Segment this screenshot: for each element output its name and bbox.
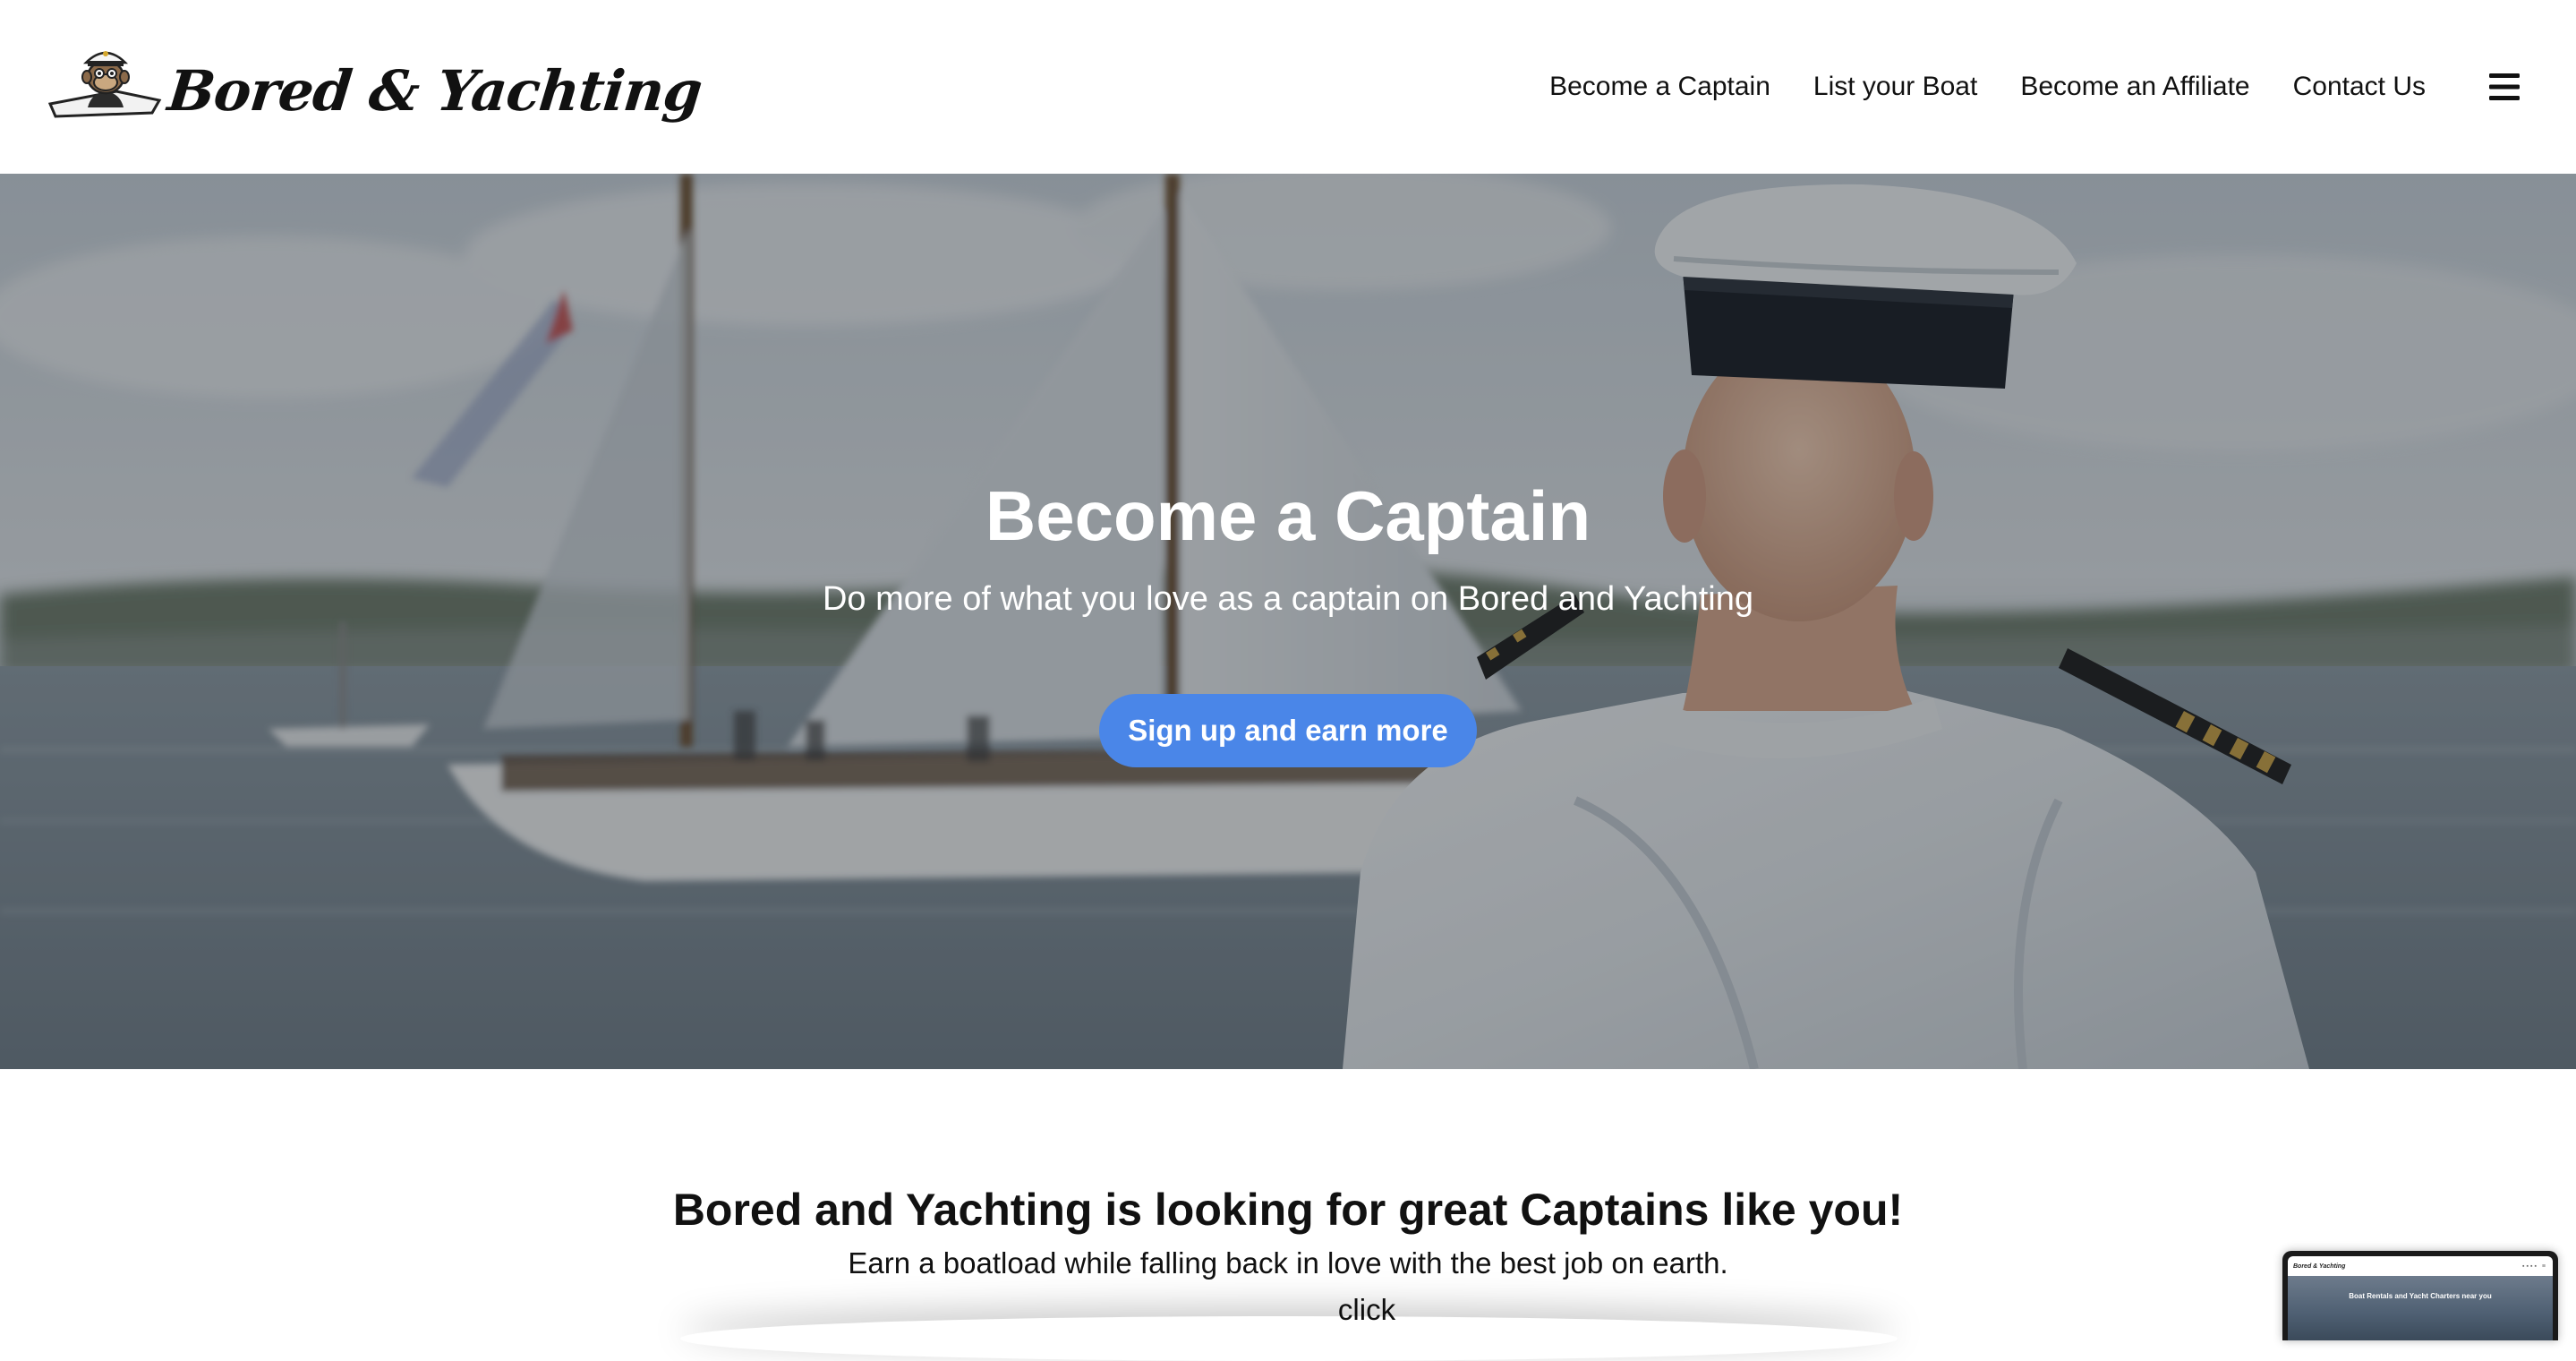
preview-hero-title: Boat Rentals and Yacht Charters near you [2349, 1292, 2492, 1300]
intro-text: Earn a boatload while falling back in lo… [848, 1246, 1728, 1280]
preview-hero: Boat Rentals and Yacht Charters near you [2288, 1276, 2553, 1340]
nav-contact-us[interactable]: Contact Us [2272, 72, 2447, 102]
main-nav: Become a Captain List your Boat Become a… [1528, 60, 2531, 114]
hero-content: Become a Captain Do more of what you lov… [0, 476, 2576, 767]
brand-name: Bored & Yachting [165, 57, 705, 124]
site-preview-thumbnail[interactable]: Bored & Yachting ▪▪▪▪ ≡ Boat Rentals and… [2282, 1251, 2558, 1340]
hero-title: Become a Captain [985, 476, 1591, 555]
brand-home-link[interactable]: Bored & Yachting [47, 33, 705, 141]
intro-title: Bored and Yachting is looking for great … [672, 1185, 1904, 1235]
site-header: Bored & Yachting Become a Captain List y… [0, 0, 2576, 174]
preview-header: Bored & Yachting ▪▪▪▪ ≡ [2288, 1256, 2553, 1276]
nav-become-affiliate[interactable]: Become an Affiliate [1999, 72, 2271, 102]
sign-up-button[interactable]: Sign up and earn more [1099, 693, 1477, 767]
card-shadow [680, 1316, 1898, 1361]
hamburger-menu-icon[interactable] [2478, 60, 2531, 114]
preview-screen: Bored & Yachting ▪▪▪▪ ≡ Boat Rentals and… [2288, 1256, 2553, 1340]
nav-become-captain[interactable]: Become a Captain [1528, 72, 1792, 102]
captain-ape-logo-icon [47, 38, 165, 136]
preview-nav-dots: ▪▪▪▪ ≡ [2522, 1263, 2547, 1270]
hero-subtitle: Do more of what you love as a captain on… [822, 579, 1754, 618]
hero-section: Become a Captain Do more of what you lov… [0, 174, 2576, 1069]
intro-section: Bored and Yachting is looking for great … [0, 1069, 2576, 1326]
nav-list-your-boat[interactable]: List your Boat [1792, 72, 1999, 102]
preview-brand: Bored & Yachting [2293, 1263, 2346, 1270]
